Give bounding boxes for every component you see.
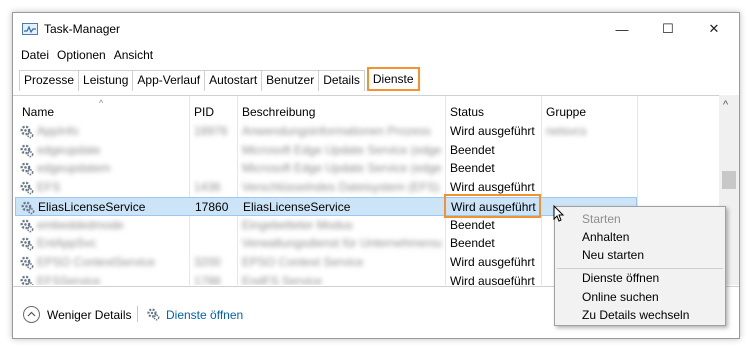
maximize-button[interactable]: ☐	[645, 13, 691, 45]
service-pid-cell: 17860	[195, 199, 229, 214]
mouse-cursor-icon	[553, 205, 565, 222]
fewer-details-link[interactable]: Weniger Details	[47, 308, 131, 322]
collapse-chevron-icon[interactable]	[23, 306, 40, 323]
service-name-cell: AppInfo	[37, 124, 79, 138]
table-row[interactable]: EliasLicenseService 17860 EliasLicenseServ…	[15, 196, 637, 216]
open-services-link[interactable]: Dienste öffnen	[166, 308, 243, 322]
service-status-cell: Beendet	[450, 217, 495, 232]
services-gear-icon	[146, 307, 160, 321]
service-status-cell: Wird ausgeführt	[450, 180, 535, 195]
service-name-cell: edgeupdate	[37, 142, 101, 157]
menu-optionen[interactable]: Optionen	[53, 46, 110, 66]
tab-app-verlauf[interactable]: App-Verlauf	[133, 70, 206, 91]
service-description-cell: Microsoft Edge Update Service (edgeupdat…	[242, 142, 442, 157]
tab-bar: Prozesse Leistung App-Verlauf Autostart …	[19, 67, 420, 91]
service-status-cell: Beendet	[450, 161, 495, 176]
service-name-cell: EliasLicenseService	[38, 199, 146, 214]
service-status-cell: Wird ausgeführt	[450, 254, 535, 269]
service-pid-cell: 1788	[194, 273, 221, 285]
service-gear-icon	[19, 180, 34, 195]
service-pid-cell: 18976	[194, 124, 228, 138]
service-pid-cell: 3200	[194, 254, 221, 269]
service-description-cell: Verschlüsselndes Dateisystem (EFS)	[242, 180, 440, 195]
column-header-gruppe[interactable]: Gruppe	[546, 105, 586, 119]
tab-autostart[interactable]: Autostart	[205, 70, 263, 91]
column-header-pid[interactable]: PID	[194, 105, 214, 119]
minimize-button[interactable]: —	[599, 13, 645, 45]
title-bar[interactable]: Task-Manager — ☐ ✕	[13, 13, 739, 45]
context-item-online-suchen[interactable]: Online suchen	[582, 290, 659, 304]
service-status-cell: Wird ausgeführt	[450, 273, 535, 285]
close-button[interactable]: ✕	[691, 13, 737, 45]
scroll-thumb[interactable]	[722, 171, 736, 189]
service-name-cell: EntAppSvc	[37, 236, 97, 251]
context-item-starten: Starten	[582, 212, 621, 226]
service-name-cell: EFS	[37, 180, 61, 195]
service-description-cell: Eingebetteter Modus	[242, 217, 353, 232]
service-name-cell: EFSService	[37, 273, 101, 285]
service-description-cell: Anwendungsinformationen Prozess	[242, 124, 431, 138]
scroll-up-icon[interactable]: ^	[723, 99, 728, 111]
service-gear-icon	[19, 218, 34, 233]
menu-datei[interactable]: Datei	[13, 46, 53, 66]
column-header-status[interactable]: Status	[450, 105, 484, 119]
status-highlight-box	[444, 193, 541, 218]
service-gear-icon	[20, 200, 35, 215]
service-status-cell: Beendet	[450, 236, 495, 251]
service-description-cell: EndFS Service	[242, 273, 323, 285]
footer-divider	[137, 306, 138, 322]
service-gear-icon	[19, 274, 34, 285]
service-gear-icon	[19, 255, 34, 270]
sort-indicator-icon: ^	[99, 98, 104, 108]
menu-ansicht[interactable]: Ansicht	[110, 46, 157, 66]
service-description-cell: EliasLicenseService	[243, 199, 351, 214]
service-group-cell: netsvcs	[546, 124, 587, 138]
service-status-cell: Beendet	[450, 142, 495, 157]
service-gear-icon	[19, 124, 34, 139]
service-name-cell: edgeupdatem	[37, 161, 111, 176]
column-header-name[interactable]: Name	[22, 105, 54, 119]
service-description-cell: EPSO Context Service	[242, 254, 364, 269]
context-item-dienste-oeffnen[interactable]: Dienste öffnen	[582, 271, 659, 285]
context-item-zu-details[interactable]: Zu Details wechseln	[582, 308, 689, 322]
service-gear-icon	[19, 143, 34, 158]
service-pid-cell: 1436	[194, 180, 221, 195]
tab-dienste[interactable]: Dienste	[366, 67, 420, 91]
tab-details[interactable]: Details	[319, 70, 365, 91]
service-name-cell: EPSO ContextService	[37, 254, 156, 269]
service-gear-icon	[19, 236, 34, 251]
menu-bar: Datei Optionen Ansicht	[13, 46, 157, 66]
tab-leistung[interactable]: Leistung	[79, 70, 134, 91]
task-manager-icon	[22, 23, 38, 35]
context-item-anhalten[interactable]: Anhalten	[582, 230, 629, 244]
service-description-cell: Verwaltungsdienst für Unternehmensanwend…	[242, 236, 442, 251]
window-title: Task-Manager	[44, 22, 121, 36]
table-row[interactable]: AppInfo 18976 Anwendungsinformationen Proz…	[13, 122, 719, 141]
service-description-cell: Microsoft Edge Update Service (edgeupdat…	[242, 161, 442, 176]
context-menu-separator	[557, 268, 723, 269]
context-item-neu-starten[interactable]: Neu starten	[582, 248, 644, 262]
tab-benutzer[interactable]: Benutzer	[262, 70, 320, 91]
service-status-cell: Wird ausgeführt	[450, 124, 535, 138]
table-row[interactable]: EFS 1436 Verschlüsselndes Dateisystem (EFS…	[13, 178, 719, 197]
table-row[interactable]: edgeupdate Microsoft Edge Update Service …	[13, 141, 719, 160]
column-header-beschreibung[interactable]: Beschreibung	[242, 105, 315, 119]
tab-prozesse[interactable]: Prozesse	[19, 70, 80, 91]
table-row[interactable]: edgeupdatem Microsoft Edge Update Service…	[13, 159, 719, 178]
service-name-cell: embeddedmode	[37, 217, 124, 232]
context-menu: Starten Anhalten Neu starten Dienste öff…	[554, 206, 726, 326]
service-gear-icon	[19, 161, 34, 176]
